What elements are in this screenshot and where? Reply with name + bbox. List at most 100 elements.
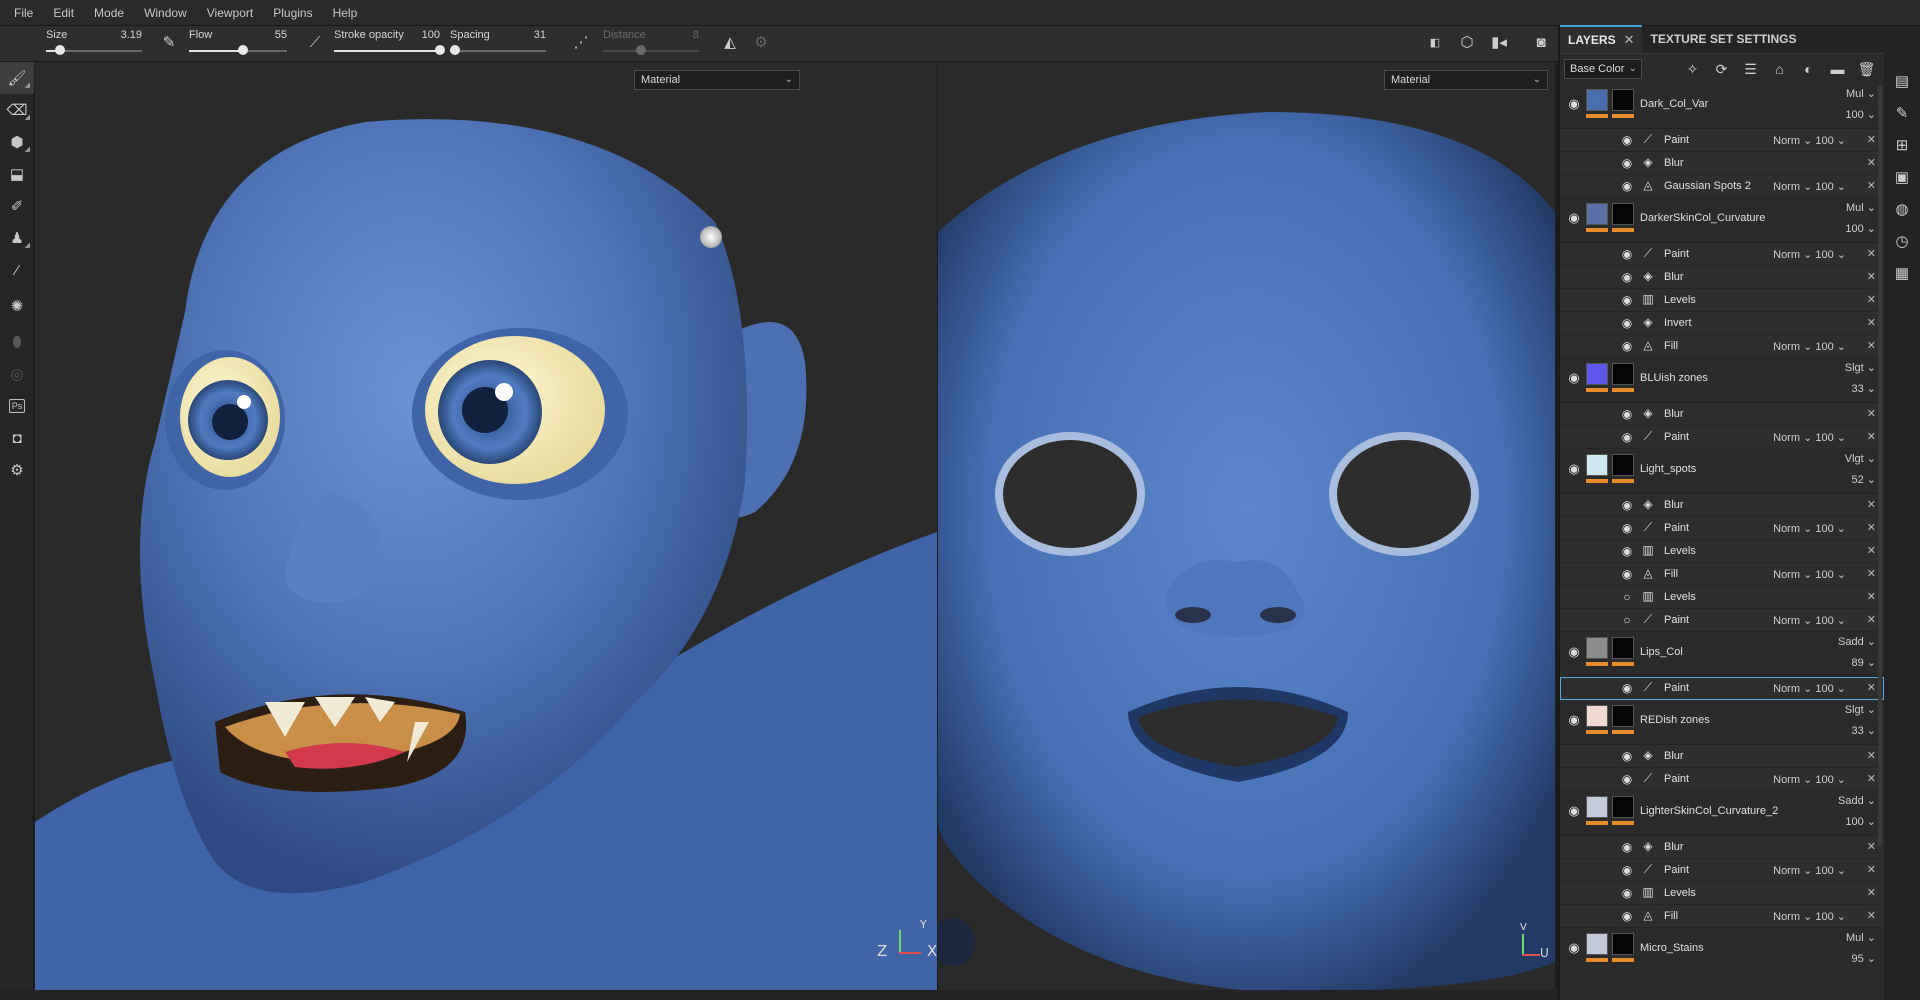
effect-blend-opacity[interactable]: Norm ⌄ 100 ⌄ <box>1773 910 1846 923</box>
color-picker-tool-icon[interactable]: ⁄ <box>0 254 34 286</box>
close-icon[interactable]: ✕ <box>1867 339 1876 352</box>
close-icon[interactable]: ✕ <box>1867 133 1876 146</box>
layer-mask-thumbnail[interactable] <box>1612 796 1634 818</box>
visibility-eye-icon[interactable]: ◉ <box>1620 909 1634 923</box>
visibility-eye-icon[interactable]: ◉ <box>1566 210 1582 226</box>
add-effect-icon[interactable]: ✧ <box>1679 58 1706 80</box>
visibility-eye-icon[interactable]: ◉ <box>1620 339 1634 353</box>
close-icon[interactable]: ✕ <box>1867 156 1876 169</box>
close-icon[interactable]: ✕ <box>1867 590 1876 603</box>
symmetry-icon[interactable]: ◭ <box>719 32 741 54</box>
effect-name[interactable]: Paint <box>1664 522 1689 534</box>
visibility-eye-icon[interactable]: ◉ <box>1566 803 1582 819</box>
layer-color-swatch[interactable] <box>1586 89 1608 111</box>
layer-color-swatch[interactable] <box>1586 705 1608 727</box>
smudge-tool-icon[interactable]: ✐ <box>0 190 34 222</box>
effect-row[interactable]: ◉ ◬ Gaussian Spots 2 Norm ⌄ 100 ⌄ ✕ <box>1560 175 1884 198</box>
layer-color-swatch[interactable] <box>1586 363 1608 385</box>
viewport-3d-shading-select[interactable]: Material ⌄ <box>634 70 800 90</box>
effect-row[interactable]: ◉ ⟋ Paint Norm ⌄ 100 ⌄ ✕ <box>1560 243 1884 266</box>
effect-name[interactable]: Paint <box>1664 864 1689 876</box>
visibility-eye-icon[interactable]: ◉ <box>1620 498 1634 512</box>
effect-name[interactable]: Levels <box>1664 591 1696 603</box>
effect-row[interactable]: ◉ ▥ Levels ✕ <box>1560 289 1884 312</box>
close-icon[interactable]: ✕ <box>1867 840 1876 853</box>
visibility-eye-icon[interactable]: ◉ <box>1620 179 1634 193</box>
effect-blend-opacity[interactable]: Norm ⌄ 100 ⌄ <box>1773 522 1846 535</box>
visibility-eye-icon[interactable]: ◉ <box>1566 644 1582 660</box>
effect-name[interactable]: Blur <box>1664 408 1684 420</box>
add-fill-layer-icon[interactable]: ⌂ <box>1766 58 1793 80</box>
layer-blend-mode[interactable]: Slgt ⌄ <box>1845 703 1876 716</box>
spacing-value[interactable]: 31 <box>534 29 546 41</box>
effect-row[interactable]: ○ ⟋ Paint Norm ⌄ 100 ⌄ ✕ <box>1560 609 1884 632</box>
layer-row[interactable]: ◉ Lips_Col Sadd ⌄ 89 ⌄ <box>1560 632 1884 677</box>
effect-name[interactable]: Paint <box>1664 614 1689 626</box>
effect-row[interactable]: ◉ ⟋ Paint Norm ⌄ 100 ⌄ ✕ <box>1560 768 1884 791</box>
layer-blend-mode[interactable]: Sadd ⌄ <box>1838 635 1876 648</box>
visibility-eye-icon[interactable]: ◉ <box>1566 940 1582 956</box>
properties-dock-icon[interactable]: ✎ <box>1884 98 1920 130</box>
add-layer-icon[interactable]: ☰ <box>1737 58 1764 80</box>
layer-name[interactable]: Micro_Stains <box>1640 942 1704 954</box>
layer-row[interactable]: ◉ BLUish zones Slgt ⌄ 33 ⌄ <box>1560 358 1884 403</box>
layer-opacity[interactable]: 100 ⌄ <box>1845 815 1876 828</box>
video-record-icon[interactable]: ▮◂ <box>1488 32 1510 54</box>
viewport-3d[interactable]: Material ⌄ Y Z X <box>35 62 937 990</box>
close-icon[interactable]: ✕ <box>1867 247 1876 260</box>
layer-row[interactable]: ◉ Micro_Stains Mul ⌄ 95 ⌄ <box>1560 928 1884 964</box>
photoshop-export-icon[interactable]: Ps <box>0 390 34 422</box>
viewport-2d[interactable]: Material ⌄ V U <box>938 62 1555 990</box>
tab-layers[interactable]: LAYERS ✕ <box>1560 25 1643 53</box>
layer-name[interactable]: BLUish zones <box>1640 372 1708 384</box>
close-icon[interactable]: ✕ <box>1867 498 1876 511</box>
channel-select[interactable]: Base Color ⌄ <box>1564 59 1642 79</box>
settings-gear-icon[interactable]: ⚙ <box>0 454 34 486</box>
close-icon[interactable]: ✕ <box>1867 179 1876 192</box>
delete-layer-icon[interactable]: 🗑 <box>1853 58 1880 80</box>
close-icon[interactable]: ✕ <box>1867 863 1876 876</box>
visibility-eye-icon[interactable]: ◉ <box>1620 544 1634 558</box>
menu-edit[interactable]: Edit <box>43 6 84 20</box>
flow-slider-knob[interactable] <box>237 45 248 55</box>
lazy-mouse-icon[interactable]: ⋰ <box>570 32 592 54</box>
close-icon[interactable]: ✕ <box>1867 544 1876 557</box>
stroke-opacity-slider-knob[interactable] <box>435 45 445 55</box>
close-icon[interactable]: ✕ <box>1867 681 1876 694</box>
visibility-eye-icon[interactable]: ◉ <box>1566 370 1582 386</box>
effect-row[interactable]: ◉ ⟋ Paint Norm ⌄ 100 ⌄ ✕ <box>1560 426 1884 449</box>
visibility-eye-icon[interactable]: ◉ <box>1620 749 1634 763</box>
layer-mask-thumbnail[interactable] <box>1612 637 1634 659</box>
viewport-2d-shading-select[interactable]: Material ⌄ <box>1384 70 1548 90</box>
effect-row[interactable]: ◉ ▥ Levels ✕ <box>1560 540 1884 563</box>
effect-row[interactable]: ◉ ◬ Fill Norm ⌄ 100 ⌄ ✕ <box>1560 335 1884 358</box>
layer-mask-thumbnail[interactable] <box>1612 363 1634 385</box>
effect-blend-opacity[interactable]: Norm ⌄ 100 ⌄ <box>1773 248 1846 261</box>
effect-name[interactable]: Levels <box>1664 545 1696 557</box>
projection-tool-icon[interactable]: ⬢ ◢ <box>0 126 34 158</box>
layer-row[interactable]: ◉ Dark_Col_Var Mul ⌄ 100 ⌄ <box>1560 84 1884 129</box>
effect-name[interactable]: Paint <box>1664 431 1689 443</box>
layer-color-swatch[interactable] <box>1586 637 1608 659</box>
tab-texture-set-settings[interactable]: TEXTURE SET SETTINGS <box>1642 25 1804 53</box>
layer-name[interactable]: Lips_Col <box>1640 646 1683 658</box>
visibility-eye-icon[interactable]: ◉ <box>1620 316 1634 330</box>
menu-plugins[interactable]: Plugins <box>263 6 322 20</box>
visibility-eye-icon[interactable]: ◉ <box>1620 270 1634 284</box>
layer-mask-thumbnail[interactable] <box>1612 454 1634 476</box>
effect-row[interactable]: ◉ ⟋ Paint Norm ⌄ 100 ⌄ ✕ <box>1560 129 1884 152</box>
bake-tool-icon[interactable]: ✺ <box>0 286 34 326</box>
layer-opacity[interactable]: 52 ⌄ <box>1851 473 1876 486</box>
eraser-tool-icon[interactable]: ⌫ ◢ <box>0 94 34 126</box>
layer-color-swatch[interactable] <box>1586 933 1608 955</box>
layer-name[interactable]: Dark_Col_Var <box>1640 98 1708 110</box>
close-icon[interactable]: ✕ <box>1867 316 1876 329</box>
size-value[interactable]: 3.19 <box>121 29 142 41</box>
effect-row[interactable]: ◉ ⟋ Paint Norm ⌄ 100 ⌄ ✕ <box>1560 517 1884 540</box>
flow-slider[interactable]: Flow 55 <box>189 26 287 62</box>
add-mask-icon[interactable]: ◐ <box>1795 58 1822 80</box>
visibility-eye-icon[interactable]: ◉ <box>1620 681 1634 695</box>
menu-help[interactable]: Help <box>323 6 368 20</box>
visibility-eye-icon[interactable]: ◉ <box>1620 567 1634 581</box>
layer-opacity[interactable]: 100 ⌄ <box>1845 222 1876 235</box>
